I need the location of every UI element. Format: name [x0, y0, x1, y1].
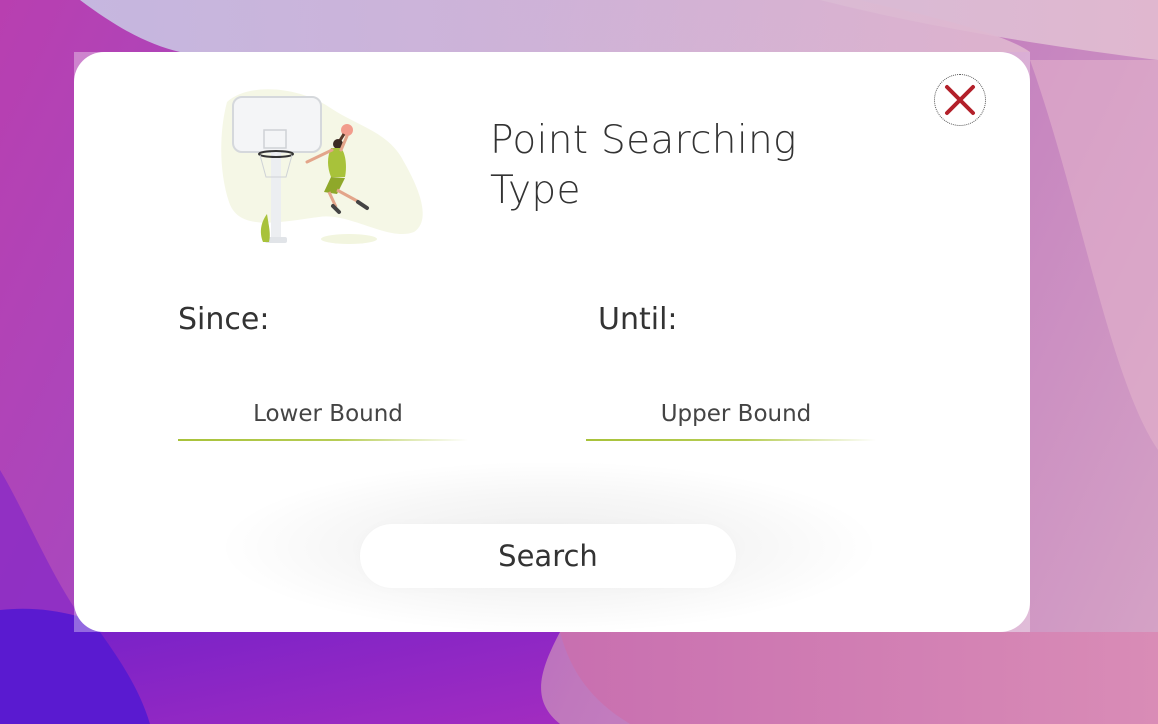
lower-bound-underline [178, 439, 468, 441]
close-button[interactable] [934, 74, 986, 126]
since-label: Since: [178, 302, 270, 337]
upper-bound-input[interactable] [586, 390, 886, 438]
basketball-player-illustration [219, 82, 434, 252]
upper-bound-underline [586, 439, 876, 441]
dialog-title: Point Searching Type [490, 118, 797, 213]
search-button[interactable]: Search [360, 524, 736, 588]
close-x-icon [945, 85, 975, 115]
point-search-dialog: Point Searching Type Since: Until: Searc… [74, 52, 1030, 632]
lower-bound-input[interactable] [178, 390, 478, 438]
until-label: Until: [598, 302, 678, 337]
